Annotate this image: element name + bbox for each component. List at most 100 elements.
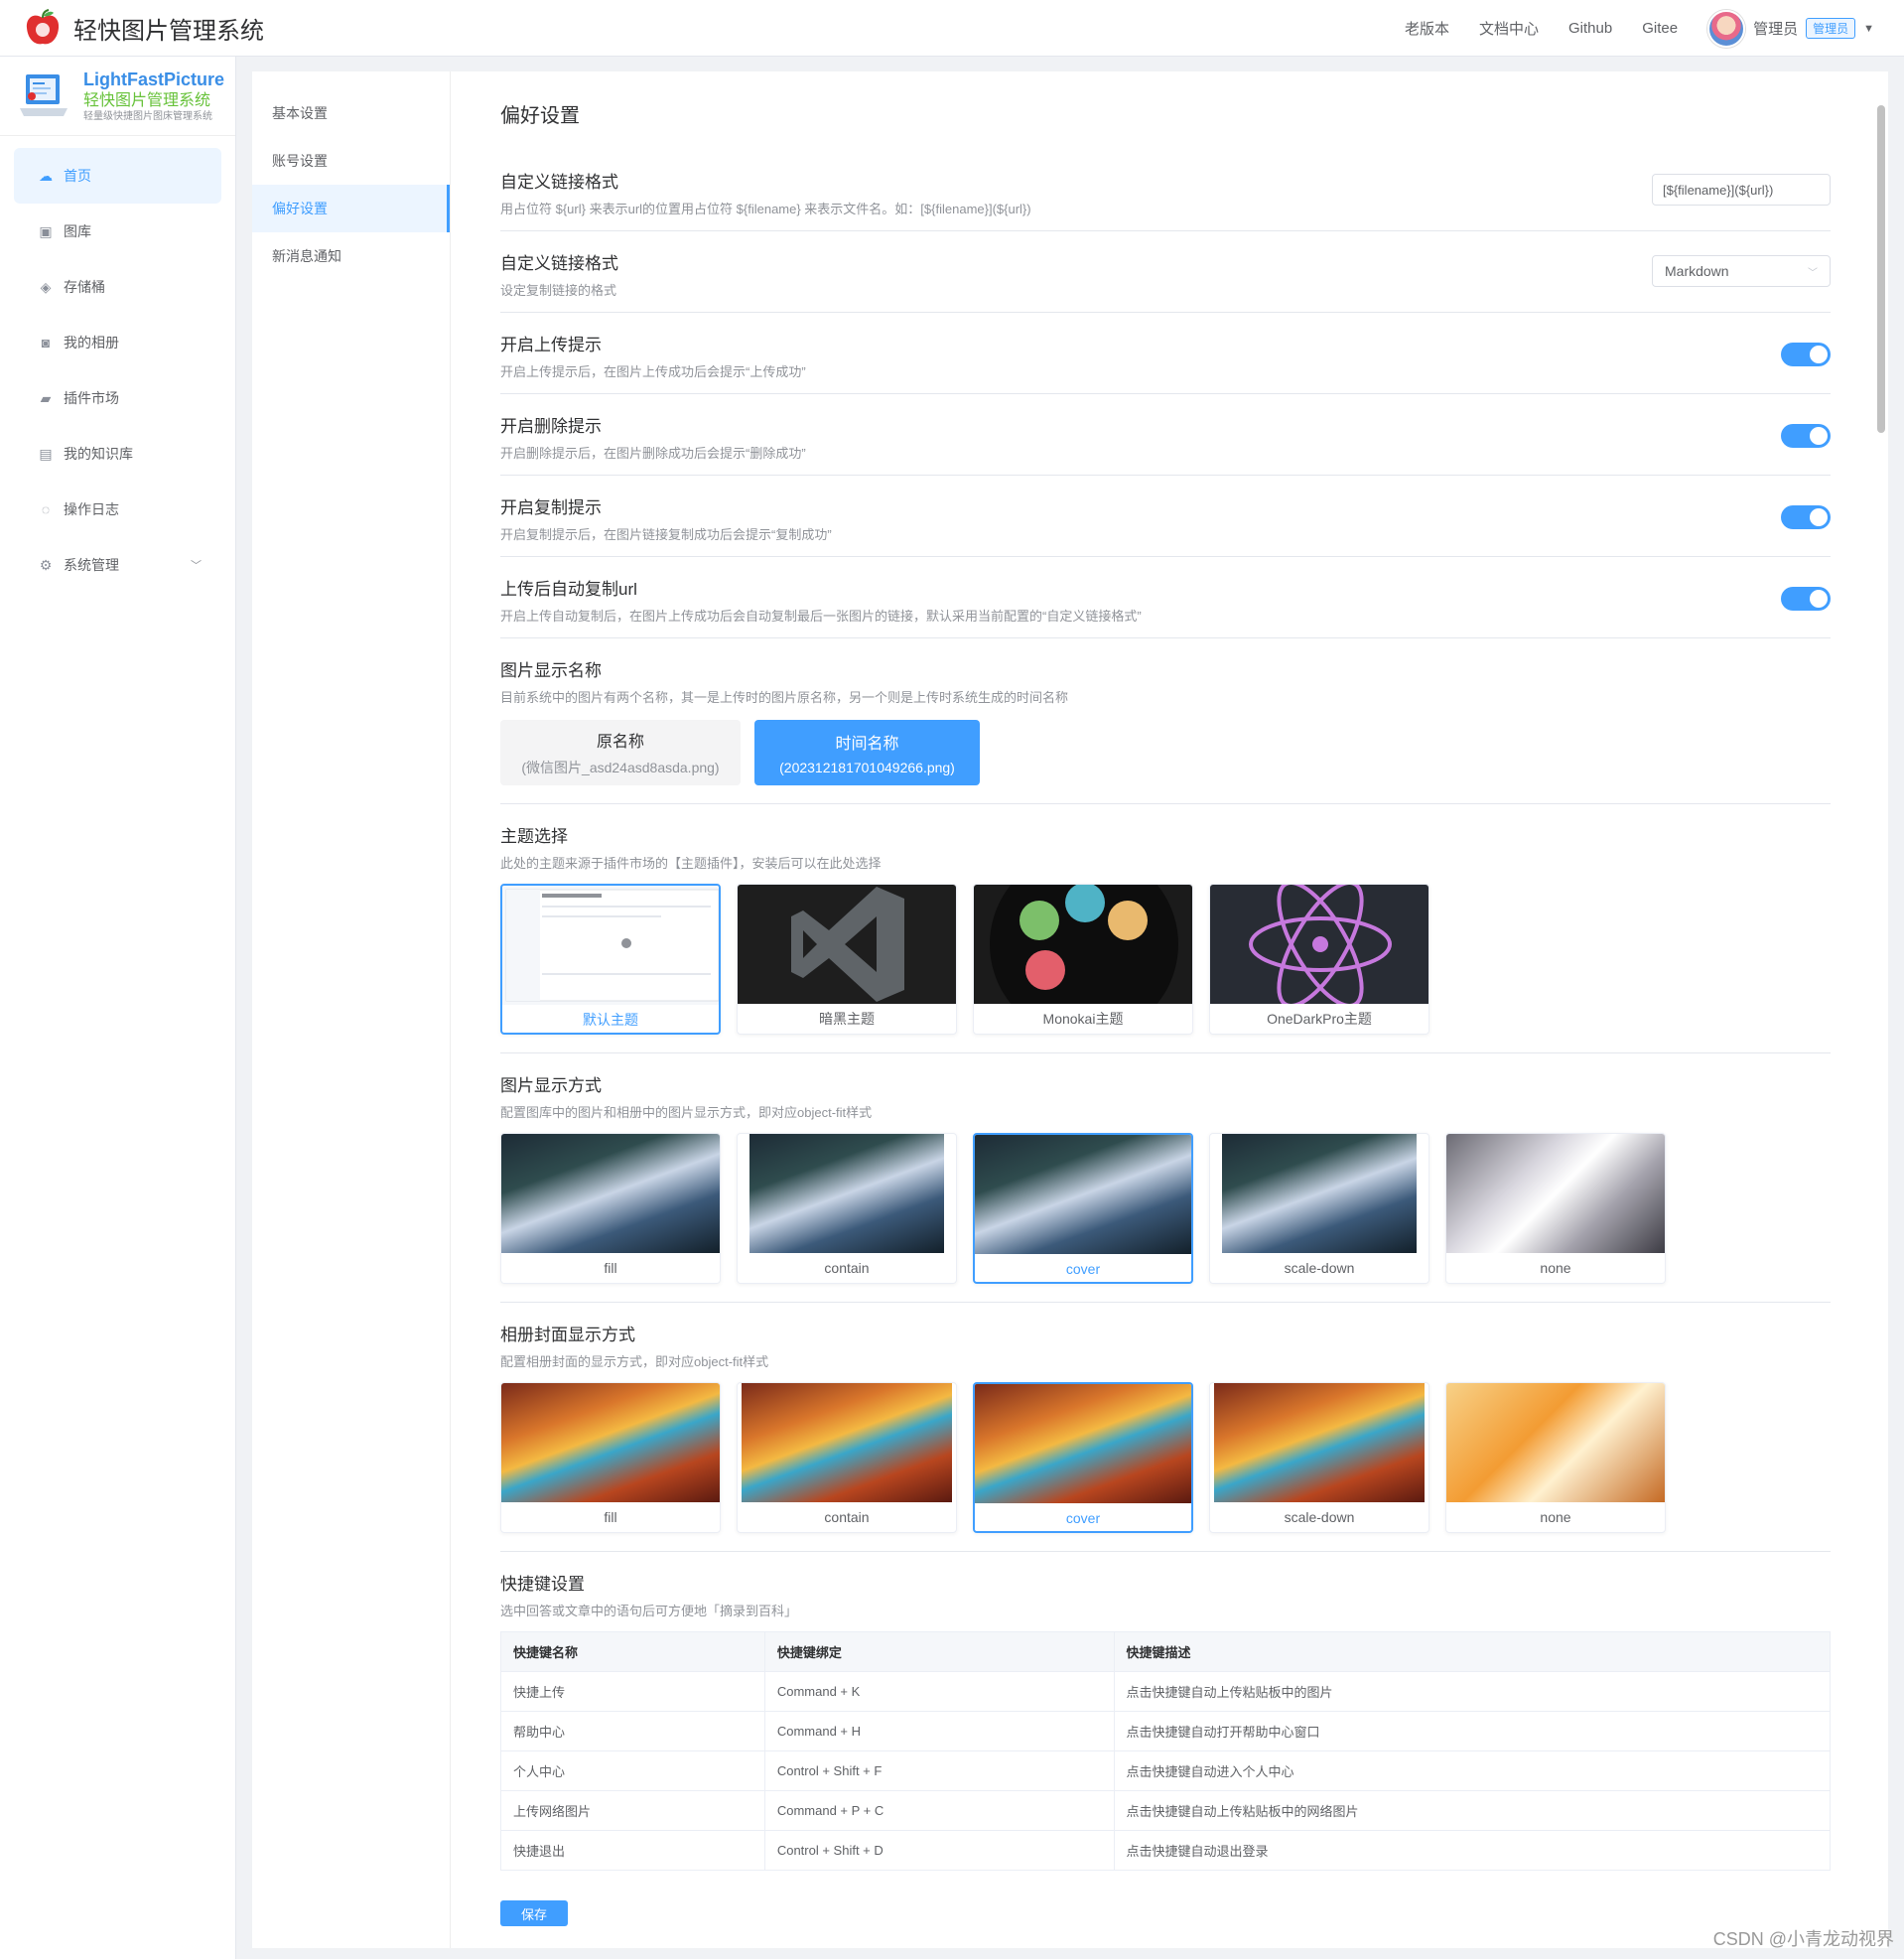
caret-down-icon[interactable]: ▼ [1863,23,1874,35]
scrollbar-thumb[interactable] [1877,105,1885,433]
section-title: 快捷键设置 [500,1575,585,1594]
sidebar-item-label: 存储桶 [64,279,105,295]
select-value: Markdown [1665,263,1729,279]
setting-desc: 设定复制链接的格式 [500,283,617,298]
bucket-icon: ◈ [40,278,52,295]
table-cell: 点击快捷键自动打开帮助中心窗口 [1113,1711,1832,1751]
avatar[interactable] [1707,9,1746,48]
section-album-fit: 相册封面显示方式 配置相册封面的显示方式，即对应object-fit样式 fil… [500,1303,1831,1552]
section-shortcuts: 快捷键设置 选中回答或文章中的语句后可方便地「摘录到百科」 快捷键名称 快捷键绑… [500,1552,1832,1944]
tab-preferences[interactable]: 偏好设置 [252,185,450,232]
table-row[interactable]: 个人中心 Control + Shift + F 点击快捷键自动进入个人中心 [500,1750,1832,1791]
top-bar: 轻快图片管理系统 老版本 文档中心 Github Gitee 管理员 管理员 ▼ [0,0,1904,57]
nav-link-docs[interactable]: 文档中心 [1479,18,1539,39]
table-cell: 帮助中心 [500,1711,765,1751]
image-fit-fill[interactable]: fill [500,1133,721,1284]
copy-tip-switch[interactable] [1781,505,1831,529]
theme-card-default[interactable]: 默认主题 [500,884,721,1035]
sidebar-item-logs[interactable]: ◌ 操作日志 [14,482,221,537]
image-fit-scale-down[interactable]: scale-down [1209,1133,1429,1284]
preview-image [1446,1134,1665,1253]
nav-link-gitee[interactable]: Gitee [1642,20,1678,37]
sidebar-item-albums[interactable]: ◙ 我的相册 [14,315,221,370]
sidebar-item-label: 系统管理 [64,557,119,573]
fit-label: none [1540,1260,1571,1276]
preferences-main: 偏好设置 自定义链接格式 用占位符 ${url} 来表示url的位置用占位符 $… [500,71,1832,1944]
brand[interactable]: 轻快图片管理系统 [24,8,264,48]
image-fit-cover[interactable]: cover [973,1133,1193,1284]
sidebar-item-system[interactable]: ⚙ 系统管理 ﹀ [14,537,221,593]
table-cell: Command + P + C [763,1790,1115,1831]
table-row[interactable]: 快捷退出 Control + Shift + D 点击快捷键自动退出登录 [500,1830,1832,1871]
book-icon: ▤ [39,445,53,462]
table-cell: 点击快捷键自动上传粘贴板中的网络图片 [1113,1790,1832,1831]
fit-label: none [1540,1509,1571,1525]
cloud-icon: ☁ [39,167,53,184]
sidebar-item-plugins[interactable]: ▰ 插件市场 [14,370,221,426]
delete-tip-switch[interactable] [1781,424,1831,448]
option-title: 原名称 [596,734,644,751]
name-option-time[interactable]: 时间名称 (202312181701049266.png) [754,720,980,785]
theme-card-dark[interactable]: 暗黑主题 [737,884,957,1035]
image-icon: ▣ [39,222,53,239]
option-sub: (微信图片_asd24asd8asda.png) [521,760,720,775]
image-fit-contain[interactable]: contain [737,1133,957,1284]
column-header: 快捷键名称 [500,1631,765,1672]
table-row[interactable]: 上传网络图片 Command + P + C 点击快捷键自动上传粘贴板中的网络图片 [500,1790,1832,1831]
image-fit-none[interactable]: none [1445,1133,1666,1284]
section-theme: 主题选择 此处的主题来源于插件市场的【主题插件】，安装后可以在此处选择 默认主题… [500,804,1831,1053]
sidebar-item-bucket[interactable]: ◈ 存储桶 [14,259,221,315]
album-fit-none[interactable]: none [1445,1382,1666,1533]
album-fit-contain[interactable]: contain [737,1382,957,1533]
chat-icon: ◌ [41,501,51,517]
tab-notifications[interactable]: 新消息通知 [252,232,450,280]
table-cell: Control + Shift + F [763,1750,1115,1791]
section-title: 主题选择 [500,827,568,846]
laptop-logo-icon [20,73,68,116]
nav-link-old-version[interactable]: 老版本 [1405,18,1449,39]
fit-label: contain [824,1260,870,1276]
sidebar-item-gallery[interactable]: ▣ 图库 [14,204,221,259]
table-cell: 点击快捷键自动上传粘贴板中的图片 [1113,1671,1832,1712]
auto-copy-switch[interactable] [1781,587,1831,611]
sidebar-item-knowledge[interactable]: ▤ 我的知识库 [14,426,221,482]
vertical-scrollbar[interactable] [1874,89,1886,1549]
setting-title: 上传后自动复制url [500,580,637,599]
setting-copy-tip: 开启复制提示 开启复制提示后，在图片链接复制成功后会提示“复制成功” [500,476,1831,557]
upload-tip-switch[interactable] [1781,343,1831,366]
copy-format-select[interactable]: Markdown ﹀ [1652,255,1831,287]
chevron-down-icon: ﹀ [1808,267,1818,279]
tab-account-settings[interactable]: 账号设置 [252,137,450,185]
table-row[interactable]: 帮助中心 Command + H 点击快捷键自动打开帮助中心窗口 [500,1711,1832,1751]
preview-image [501,1134,720,1253]
nav-link-github[interactable]: Github [1568,20,1612,37]
save-button[interactable]: 保存 [500,1900,568,1926]
link-format-input[interactable]: [${filename}](${url}) [1652,174,1831,206]
user-name: 管理员 [1753,21,1799,38]
fit-label: fill [604,1260,617,1276]
vscode-logo-icon [738,885,956,1004]
setting-desc: 开启删除提示后，在图片删除成功后会提示“删除成功” [500,446,806,461]
sidebar-item-label: 图库 [64,223,91,239]
setting-desc: 开启复制提示后，在图片链接复制成功后会提示“复制成功” [500,527,832,542]
tab-basic-settings[interactable]: 基本设置 [252,89,450,137]
album-fit-scale-down[interactable]: scale-down [1209,1382,1429,1533]
album-fit-cover[interactable]: cover [973,1382,1193,1533]
theme-card-monokai[interactable]: Monokai主题 [973,884,1193,1035]
apple-logo-icon [26,9,60,45]
preview-image [975,1384,1191,1503]
sidebar-item-home[interactable]: ☁ 首页 [14,148,221,204]
user-menu[interactable]: 管理员 管理员 ▼ [1707,9,1874,48]
shortcuts-table: 快捷键名称 快捷键绑定 快捷键描述 快捷上传 Command + K 点击快捷键自动… [500,1631,1832,1871]
fit-label: scale-down [1284,1509,1355,1525]
album-fit-fill[interactable]: fill [500,1382,721,1533]
name-option-original[interactable]: 原名称 (微信图片_asd24asd8asda.png) [500,720,741,785]
table-cell: 个人中心 [500,1750,765,1791]
section-image-fit: 图片显示方式 配置图库中的图片和相册中的图片显示方式，即对应object-fit… [500,1053,1831,1303]
table-row[interactable]: 快捷上传 Command + K 点击快捷键自动上传粘贴板中的图片 [500,1671,1832,1712]
role-badge: 管理员 [1806,18,1856,39]
sidebar-item-label: 首页 [64,168,91,184]
theme-card-onedarkpro[interactable]: OneDarkPro主题 [1209,884,1429,1035]
section-desc: 目前系统中的图片有两个名称，其一是上传时的图片原名称，另一个则是上传时系统生成的… [500,690,1069,705]
option-title: 时间名称 [835,736,899,753]
